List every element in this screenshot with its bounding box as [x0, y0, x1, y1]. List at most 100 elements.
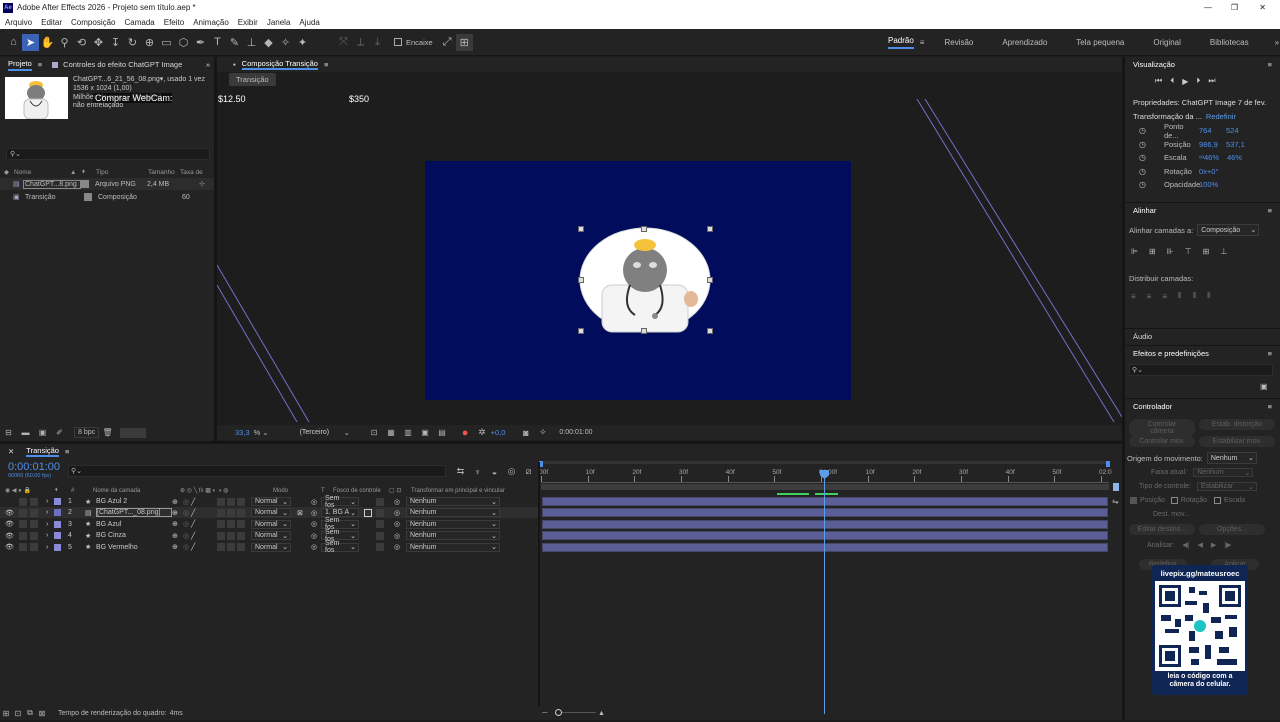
layer-duration-bar[interactable] — [542, 497, 1108, 506]
rotate-tool-icon[interactable]: ↻ — [124, 34, 141, 51]
workspace-original[interactable]: Original — [1153, 38, 1181, 47]
dolly-camera-icon[interactable]: ↧ — [107, 34, 124, 51]
audio-label[interactable]: Áudio — [1133, 332, 1152, 341]
align-vcenter-icon[interactable]: ⊞ — [1203, 247, 1210, 256]
panel-menu-icon[interactable]: ≡ — [1268, 349, 1272, 358]
mode-select[interactable]: Normal ⌄ — [251, 497, 291, 506]
layer-row[interactable]: 👁 › 4 ★ BG Cinza ⊕ ◎ ╱ Normal ⌄ ◎ Sem fos ⌄ ◎ Nenhum ⌄ — [0, 529, 538, 543]
puppet-tool-icon[interactable]: ✦ — [294, 34, 311, 51]
track-matte-select[interactable]: 1. BG A ⌄ — [321, 508, 359, 518]
timeline-timecode[interactable]: 0:00:01:00 — [8, 461, 60, 473]
workspace-more-icon[interactable]: » — [1275, 38, 1279, 47]
transform-handle[interactable] — [578, 226, 584, 232]
matte-invert-switch[interactable] — [376, 520, 384, 529]
layer-row[interactable]: › 1 ★ BG Azul 2 ⊕ ◎ ╱ Normal ⌄ ◎ Sem fos ⌄ ◎ Nenhum ⌄ — [0, 495, 538, 509]
collapse-switch-icon[interactable]: ◎ — [183, 532, 191, 540]
rotation-checkbox[interactable] — [1170, 497, 1178, 504]
new-comp-icon[interactable]: ▣ — [34, 424, 51, 441]
align-bottom-icon[interactable]: ⊥ — [1220, 247, 1227, 256]
workspace-padrao[interactable]: Padrão — [888, 36, 914, 49]
matte-invert-switch[interactable] — [376, 508, 384, 517]
parent-pickwhip-icon[interactable]: ◎ — [394, 509, 406, 517]
analyze-back-all-icon[interactable]: ◀| — [1182, 541, 1189, 549]
zoom-tool-icon[interactable]: ⚲ — [56, 34, 73, 51]
playhead-line[interactable] — [824, 471, 825, 714]
adj-switch[interactable] — [237, 508, 245, 517]
track-matte-select[interactable]: Sem fos ⌄ — [321, 495, 359, 509]
lock-icon[interactable]: ▪ — [233, 60, 236, 69]
maximize-icon[interactable]: ❐ — [1231, 3, 1238, 12]
end-marker[interactable] — [1113, 483, 1119, 491]
zoom-value[interactable]: 33,3 — [235, 428, 250, 437]
layer-name[interactable]: BG Azul 2 — [96, 498, 172, 505]
transfer-controls-icon[interactable]: ⊡ — [12, 705, 24, 722]
work-area-bar[interactable] — [541, 484, 1109, 490]
menu-ajuda[interactable]: Ajuda — [299, 18, 319, 27]
property-value-1[interactable]: 986,9 — [1199, 140, 1226, 149]
adj-switch[interactable] — [237, 520, 245, 529]
blend-switch[interactable] — [227, 520, 235, 529]
home-icon[interactable]: ⌂ — [5, 34, 22, 51]
matte-alpha-switch[interactable] — [364, 532, 372, 540]
blend-switch[interactable] — [227, 531, 235, 540]
transform-handle[interactable] — [641, 328, 647, 334]
collapse-switch-icon[interactable]: ◎ — [183, 509, 191, 517]
parent-pickwhip-icon[interactable]: ◎ — [394, 543, 406, 551]
snap-grid-icon[interactable]: ⊞ — [455, 33, 473, 51]
menu-animacao[interactable]: Animação — [193, 18, 229, 27]
in-out-icon[interactable]: ⧉ — [24, 705, 36, 722]
property-value-1[interactable]: 0x+0° — [1199, 167, 1226, 176]
transform-handle[interactable] — [578, 277, 584, 283]
col-rate[interactable]: Taxa de — [180, 169, 203, 176]
property-value-2[interactable]: 524 — [1226, 126, 1239, 135]
hand-tool-icon[interactable]: ✋ — [39, 34, 56, 51]
solo-square[interactable] — [19, 531, 27, 540]
view-select[interactable]: (Terceiro) ⌄ — [297, 428, 352, 437]
options-button[interactable]: Opções... — [1199, 524, 1265, 535]
stopwatch-icon[interactable]: ◷ — [1139, 126, 1164, 135]
comp-button-icon[interactable]: ⇋ — [1112, 497, 1119, 506]
panel-menu-icon[interactable]: ≡ — [1268, 60, 1272, 69]
shy-switch-icon[interactable]: ⊕ — [172, 543, 183, 551]
close-icon[interactable]: ✕ — [1259, 3, 1266, 12]
shy-switch-icon[interactable]: ⊕ — [172, 532, 183, 540]
motion-blur-icon[interactable]: ◎ — [503, 463, 520, 480]
expand-icon[interactable]: › — [46, 498, 54, 505]
new-folder-icon[interactable]: ▬ — [17, 424, 34, 441]
workspace-menu-icon[interactable]: ≡ — [920, 38, 925, 47]
project-search-input[interactable]: ⚲⌄ — [6, 148, 210, 160]
transform-handle[interactable] — [707, 328, 713, 334]
mode-select[interactable]: Normal ⌄ — [251, 531, 291, 541]
close-tab-icon[interactable]: ✕ — [8, 447, 14, 456]
collapse-switch-icon[interactable]: ◎ — [183, 543, 191, 551]
parent-select[interactable]: Nenhum ⌄ — [406, 497, 500, 506]
axis-local-icon[interactable]: ⤧ — [335, 34, 352, 51]
solo-square[interactable] — [19, 520, 27, 529]
fx-switch[interactable] — [217, 531, 225, 540]
dist-hcenter-icon[interactable]: ⦀ — [1193, 291, 1197, 301]
quality-switch-icon[interactable]: ╱ — [191, 543, 217, 551]
roto-brush-icon[interactable]: ✧ — [277, 34, 294, 51]
fx-switch[interactable] — [217, 497, 225, 506]
orbit-camera-icon[interactable]: ⟲ — [73, 34, 90, 51]
track-matte-select[interactable]: Sem fos ⌄ — [321, 540, 359, 554]
snap-checkbox[interactable] — [394, 38, 402, 46]
track-matte-select[interactable]: Sem fos ⌄ — [321, 529, 359, 543]
layer-row[interactable]: 👁 › 2 ▤ [ChatGPT..._08.png] ⊕ ◎ ╱ Normal ⌄ ⊠ ◎ 1. BG… — [0, 507, 538, 519]
layer-duration-bar[interactable] — [542, 519, 1108, 529]
label-color[interactable] — [54, 543, 61, 551]
visibility-icon[interactable]: 👁 — [5, 532, 19, 540]
property-value-1[interactable]: 764 — [1199, 126, 1226, 135]
work-area-end[interactable] — [1106, 461, 1110, 467]
visibility-icon[interactable]: 👁 — [5, 543, 19, 551]
transform-handle[interactable] — [707, 226, 713, 232]
label-color[interactable] — [54, 532, 61, 540]
align-top-icon[interactable]: ⊤ — [1185, 247, 1192, 256]
property-value-2[interactable]: 537,1 — [1226, 140, 1245, 149]
axis-view-icon[interactable]: ⤓ — [369, 34, 386, 51]
panel-menu-icon[interactable]: ≡ — [1268, 206, 1272, 215]
viewer-canvas[interactable] — [217, 85, 1122, 440]
collapse-switch-icon[interactable]: ◎ — [183, 498, 191, 506]
exposure-icon[interactable]: ✲ — [474, 424, 491, 441]
mode-select[interactable]: Normal ⌄ — [251, 542, 291, 552]
